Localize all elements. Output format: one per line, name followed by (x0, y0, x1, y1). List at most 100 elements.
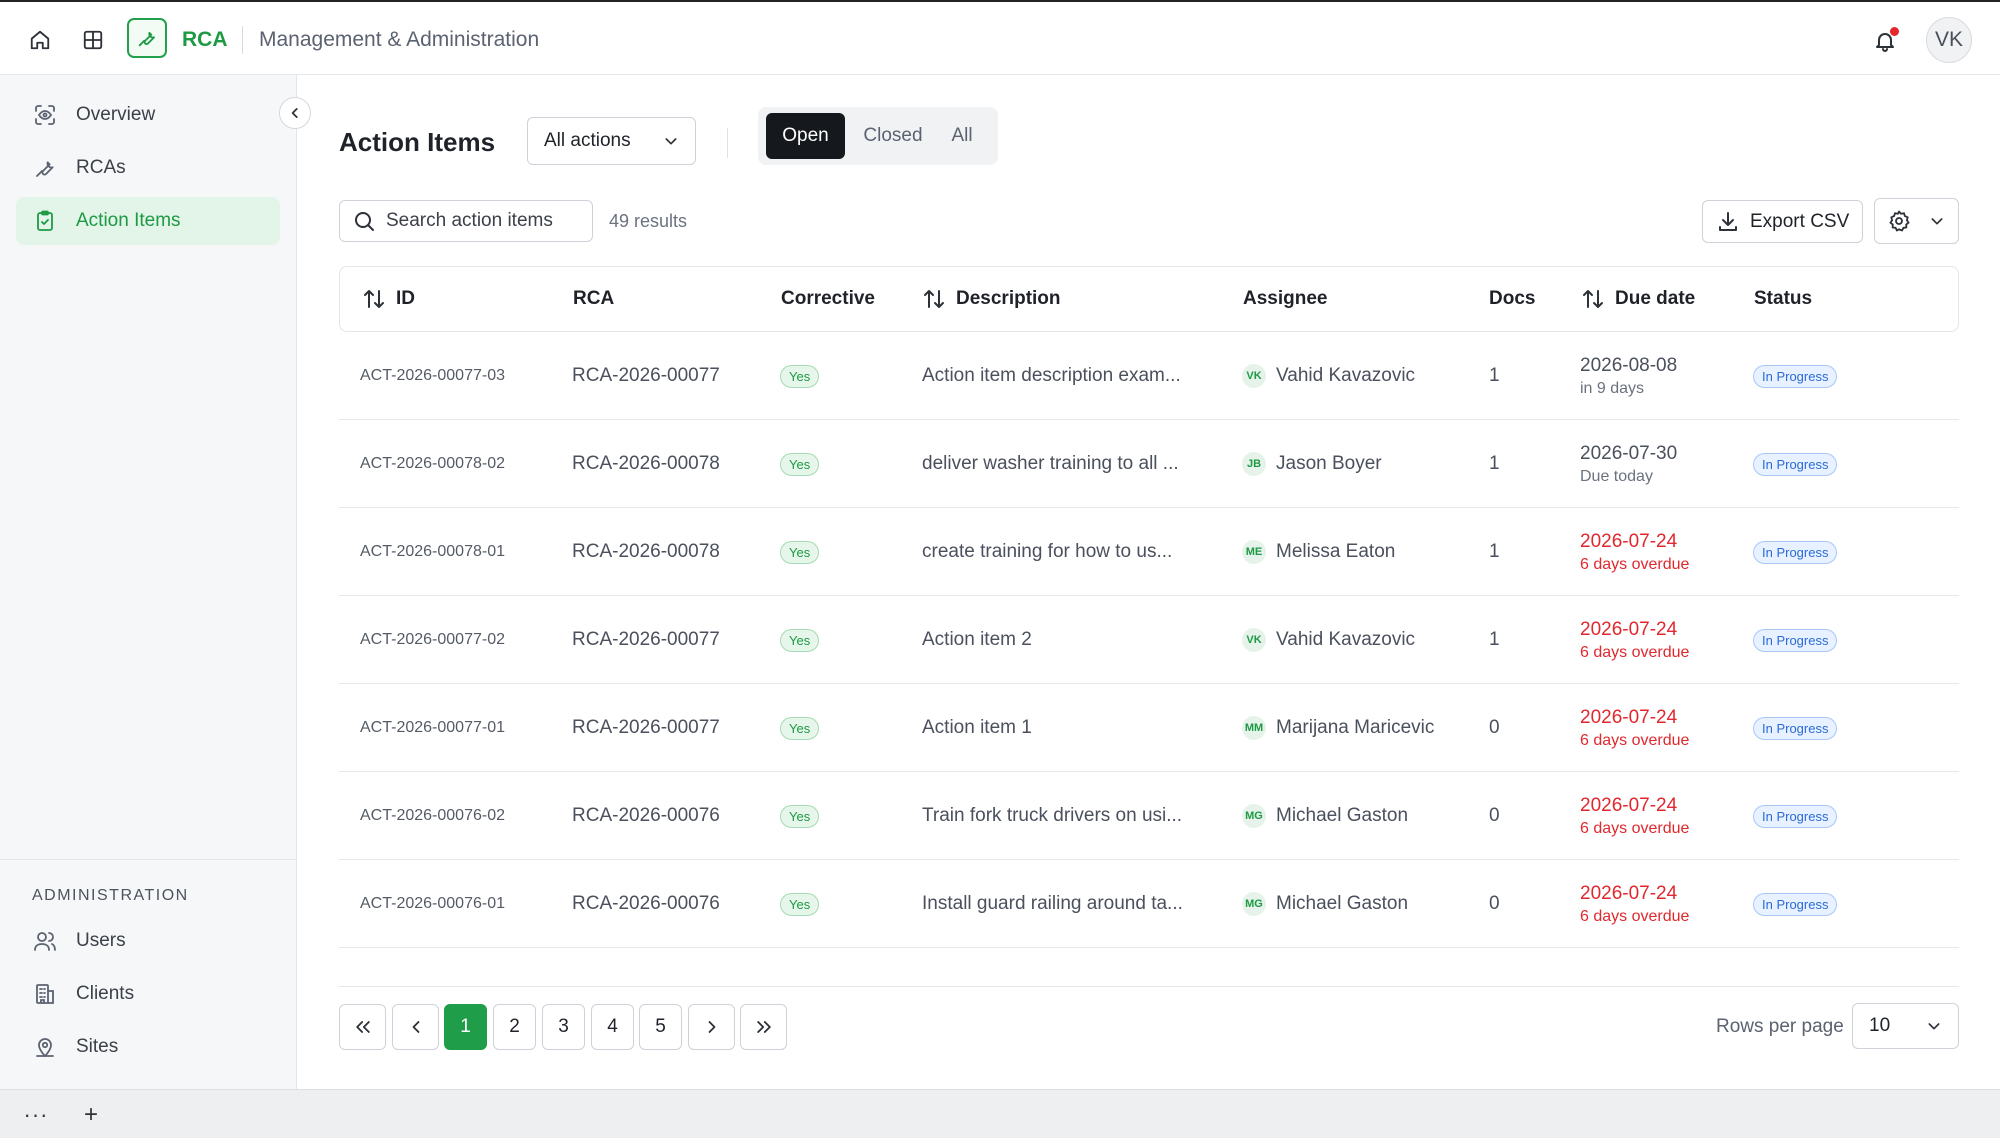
sort-icon (922, 287, 946, 311)
next-page-button[interactable] (688, 1004, 735, 1050)
chevron-right-icon (708, 1021, 715, 1033)
sidebar-item-users[interactable]: Users (16, 917, 280, 965)
cell-docs: 1 (1489, 453, 1500, 474)
cell-rca[interactable]: RCA-2026-00077 (572, 596, 720, 684)
more-button[interactable]: ··· (21, 1100, 51, 1130)
table-row[interactable]: ACT-2026-00077-01 RCA-2026-00077 Yes Act… (339, 684, 1959, 772)
sidebar-item-rcas[interactable]: RCAs (16, 144, 280, 192)
cell-description: Action item 2 (922, 629, 1032, 650)
users-icon (30, 926, 60, 956)
cell-due-date: 2026-08-08 in 9 days (1580, 332, 1677, 420)
first-page-button[interactable] (339, 1004, 386, 1050)
search-icon (352, 209, 376, 233)
assignee-avatar: MG (1242, 892, 1266, 916)
last-page-button[interactable] (740, 1004, 787, 1050)
grid-icon[interactable] (77, 24, 109, 56)
select-value: 10 (1869, 1015, 1891, 1036)
tab-closed[interactable]: Closed (857, 113, 929, 159)
cell-due-date: 2026-07-30 Due today (1580, 420, 1677, 508)
cell-due-date: 2026-07-24 6 days overdue (1580, 684, 1689, 772)
cell-description: Install guard railing around ta... (922, 893, 1183, 914)
cell-due-date: 2026-07-24 6 days overdue (1580, 508, 1689, 596)
collapse-sidebar-button[interactable] (279, 97, 311, 129)
table-row[interactable]: ACT-2026-00077-02 RCA-2026-00077 Yes Act… (339, 596, 1959, 684)
column-label: Description (956, 288, 1061, 309)
sidebar-item-overview[interactable]: Overview (16, 91, 280, 139)
cell-corrective: Yes (780, 684, 820, 772)
column-header-status: Status (1754, 288, 1813, 309)
cell-id[interactable]: ACT-2026-00076-02 (360, 772, 505, 860)
due-date: 2026-07-24 (1580, 530, 1678, 552)
app-logo[interactable] (127, 18, 167, 58)
cell-assignee: JB Jason Boyer (1242, 420, 1382, 508)
cell-rca[interactable]: RCA-2026-00077 (572, 684, 720, 772)
assignee-name: Marijana Maricevic (1276, 717, 1435, 738)
due-date: 2026-07-24 (1580, 794, 1678, 816)
table-row[interactable]: ACT-2026-00077-03 RCA-2026-00077 Yes Act… (339, 332, 1959, 420)
status-segmented-control: Open Closed All (758, 107, 998, 165)
cell-rca[interactable]: RCA-2026-00076 (572, 860, 720, 948)
prev-page-button[interactable] (392, 1004, 439, 1050)
assignee-avatar: JB (1242, 452, 1266, 476)
admin-section-title: ADMINISTRATION (32, 887, 189, 904)
cell-id[interactable]: ACT-2026-00078-01 (360, 508, 505, 596)
add-button[interactable]: + (76, 1100, 106, 1130)
table-row[interactable]: ACT-2026-00078-02 RCA-2026-00078 Yes del… (339, 420, 1959, 508)
notifications-button[interactable] (1868, 24, 1902, 58)
export-csv-button[interactable]: Export CSV (1702, 200, 1863, 243)
cell-description: Action item 1 (922, 717, 1032, 738)
page-button-2[interactable]: 2 (493, 1004, 536, 1050)
sidebar-item-action-items[interactable]: Action Items (16, 197, 280, 245)
tab-open[interactable]: Open (766, 113, 845, 159)
cell-corrective: Yes (780, 860, 820, 948)
sidebar-item-label: RCAs (76, 157, 126, 178)
app-name[interactable]: RCA (182, 28, 228, 52)
column-header-description[interactable]: Description (922, 267, 1061, 331)
action-filter-select[interactable]: All actions (527, 117, 696, 165)
column-header-docs: Docs (1489, 288, 1536, 309)
cell-id[interactable]: ACT-2026-00077-03 (360, 332, 505, 420)
sidebar-item-clients[interactable]: Clients (16, 970, 280, 1018)
corrective-badge: Yes (780, 892, 820, 916)
column-header-id[interactable]: ID (362, 267, 415, 331)
page-button-3[interactable]: 3 (542, 1004, 585, 1050)
cell-corrective: Yes (780, 596, 820, 684)
table-row[interactable]: ACT-2026-00076-01 RCA-2026-00076 Yes Ins… (339, 860, 1959, 948)
page-button-1[interactable]: 1 (444, 1004, 487, 1050)
cell-rca[interactable]: RCA-2026-00077 (572, 332, 720, 420)
column-settings-button[interactable] (1874, 198, 1959, 244)
cell-id[interactable]: ACT-2026-00077-01 (360, 684, 505, 772)
cell-id[interactable]: ACT-2026-00078-02 (360, 420, 505, 508)
sidebar-item-sites[interactable]: Sites (16, 1023, 280, 1071)
cell-id[interactable]: ACT-2026-00076-01 (360, 860, 505, 948)
tab-all[interactable]: All (938, 113, 986, 159)
cell-rca[interactable]: RCA-2026-00078 (572, 508, 720, 596)
due-note: 6 days overdue (1580, 731, 1690, 749)
user-avatar[interactable]: VK (1926, 17, 1972, 63)
search-input[interactable]: Search action items (339, 200, 593, 242)
cell-docs: 0 (1489, 893, 1500, 914)
due-date: 2026-07-30 (1580, 442, 1678, 464)
chevron-left-icon (291, 108, 298, 118)
assignee-avatar: MG (1242, 804, 1266, 828)
page-button-5[interactable]: 5 (639, 1004, 682, 1050)
sidebar-item-label: Action Items (76, 210, 181, 231)
table-header: ID RCA Corrective Description Assignee D… (339, 266, 1959, 332)
assignee-name: Vahid Kavazovic (1276, 365, 1416, 386)
cell-assignee: VK Vahid Kavazovic (1242, 332, 1415, 420)
column-header-due-date[interactable]: Due date (1581, 267, 1695, 331)
table-row[interactable]: ACT-2026-00076-02 RCA-2026-00076 Yes Tra… (339, 772, 1959, 860)
cell-id[interactable]: ACT-2026-00077-02 (360, 596, 505, 684)
select-value: All actions (544, 130, 631, 151)
cell-status: In Progress (1753, 508, 1838, 596)
page-button-4[interactable]: 4 (591, 1004, 634, 1050)
corrective-badge: Yes (780, 804, 820, 828)
cell-rca[interactable]: RCA-2026-00078 (572, 420, 720, 508)
home-icon[interactable] (24, 24, 56, 56)
cell-status: In Progress (1753, 684, 1838, 772)
status-badge: In Progress (1753, 716, 1838, 740)
cell-rca[interactable]: RCA-2026-00076 (572, 772, 720, 860)
table-row[interactable]: ACT-2026-00078-01 RCA-2026-00078 Yes cre… (339, 508, 1959, 596)
divider (242, 26, 243, 54)
rows-per-page-select[interactable]: 10 (1852, 1003, 1959, 1049)
